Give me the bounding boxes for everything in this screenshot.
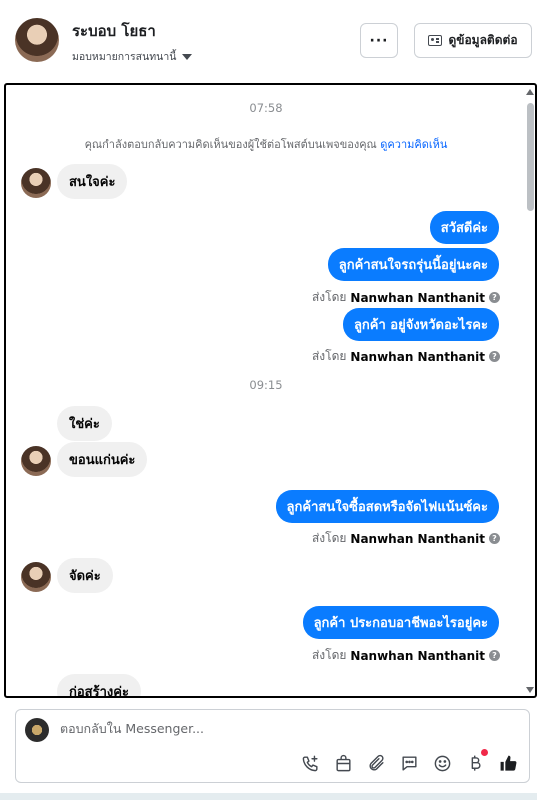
sender-name: Nanwhan Nanthanit (350, 290, 485, 305)
caret-down-icon (182, 53, 193, 60)
help-icon[interactable]: ? (489, 650, 500, 661)
thumbs-up-icon[interactable] (497, 752, 519, 774)
sent-by-prefix: ส่งโดย (311, 531, 347, 545)
scrollbar-thumb[interactable] (527, 103, 534, 211)
more-options-button[interactable]: ··· (360, 23, 398, 58)
sender-avatar (21, 562, 51, 592)
sender-name: Nanwhan Nanthanit (350, 648, 485, 663)
contact-avatar[interactable] (15, 18, 59, 62)
system-notice: คุณกำลังตอบกลับความคิดเห็นของผู้ใช้ต่อโพ… (6, 135, 526, 153)
scrollbar[interactable] (525, 85, 535, 696)
sent-by-label: ส่งโดย Nanwhan Nanthanit ? (312, 347, 500, 366)
baht-icon[interactable] (464, 749, 488, 774)
message-thread[interactable]: 07:58 คุณกำลังตอบกลับความคิดเห็นของผู้ใช… (4, 83, 537, 698)
help-icon[interactable]: ? (489, 292, 500, 303)
sent-by-prefix: ส่งโดย (311, 290, 347, 304)
timestamp: 07:58 (249, 101, 283, 115)
contact-name[interactable]: ระบอบ โยธา (72, 19, 156, 43)
reply-input[interactable] (60, 721, 460, 736)
help-icon[interactable]: ? (489, 533, 500, 544)
messenger-page: ระบอบ โยธา มอบหมายการสนทนานี้ ··· ดูข้อม… (0, 0, 537, 800)
smiley-icon[interactable] (431, 752, 453, 774)
outgoing-message: ลูกค้าสนใจซื้อสดหรือจัดไฟแน้นซ์คะ (275, 490, 499, 523)
incoming-message: จัดค่ะ (57, 558, 113, 593)
view-contact-info-button[interactable]: ดูข้อมูลติดต่อ (414, 23, 532, 58)
help-icon[interactable]: ? (489, 351, 500, 362)
incoming-message: สนใจค่ะ (57, 164, 128, 199)
incoming-message: ก่อสร้างค่ะ (57, 674, 141, 696)
scroll-down-arrow-icon[interactable] (526, 687, 534, 693)
system-notice-text: คุณกำลังตอบกลับความคิดเห็นของผู้ใช้ต่อโพ… (84, 138, 377, 151)
outgoing-message: ลูกค้าสนใจรถรุ่นนี้อยู่นะคะ (327, 248, 499, 281)
incoming-message: ใช่ค่ะ (57, 406, 112, 441)
scroll-up-arrow-icon[interactable] (526, 89, 534, 95)
view-contact-info-label: ดูข้อมูลติดต่อ (448, 33, 518, 47)
view-comment-link[interactable]: ดูความคิดเห็น (380, 138, 447, 151)
page-avatar (25, 718, 49, 742)
chat-bubble-icon[interactable] (398, 752, 420, 774)
sent-by-label: ส่งโดย Nanwhan Nanthanit ? (312, 529, 500, 548)
notification-dot (481, 749, 488, 756)
paperclip-icon[interactable] (365, 752, 387, 774)
sent-by-prefix: ส่งโดย (311, 349, 347, 363)
conversation-header: ระบอบ โยธา มอบหมายการสนทนานี้ ··· ดูข้อม… (0, 0, 537, 82)
composer-toolbar (299, 749, 519, 774)
sender-avatar (21, 168, 51, 198)
contact-card-icon (428, 35, 443, 46)
sender-name: Nanwhan Nanthanit (350, 531, 485, 546)
phone-add-icon[interactable] (299, 752, 321, 774)
outgoing-message: สวัสดีค่ะ (429, 211, 499, 244)
sender-name: Nanwhan Nanthanit (350, 349, 485, 364)
sent-by-label: ส่งโดย Nanwhan Nanthanit ? (312, 288, 500, 307)
sent-by-prefix: ส่งโดย (311, 648, 347, 662)
assign-conversation-dropdown[interactable]: มอบหมายการสนทนานี้ (72, 48, 193, 65)
sent-by-label: ส่งโดย Nanwhan Nanthanit ? (312, 646, 500, 665)
outgoing-message: ลูกค้า ประกอบอาชีพอะไรอยู่คะ (302, 606, 499, 639)
outgoing-message: ลูกค้า อยู่จังหวัดอะไรคะ (342, 308, 499, 341)
incoming-message: ขอนแก่นค่ะ (57, 442, 148, 477)
sender-avatar (21, 446, 51, 476)
timestamp: 09:15 (249, 378, 283, 392)
shopping-bag-icon[interactable] (332, 752, 354, 774)
assign-label: มอบหมายการสนทนานี้ (72, 51, 177, 63)
bottom-strip (0, 793, 537, 800)
reply-composer (15, 709, 530, 783)
